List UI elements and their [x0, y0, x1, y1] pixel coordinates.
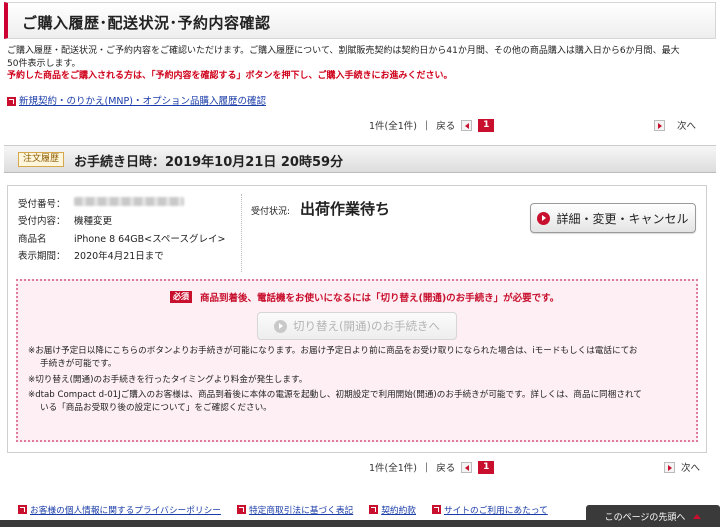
reservation-warning: 予約した商品をご購入される方は、「予約内容を確認する」ボタンを押下し、ご購入手続…	[7, 71, 453, 81]
page-number-current[interactable]: 1	[478, 460, 495, 474]
note-1: ※お届け予定日以降にこちらのボタンよりお手続きが可能になります。お届け予定日より…	[28, 346, 638, 370]
pager-separator: |	[425, 119, 429, 131]
order-info-table: 受付番号： 受付内容： 機種変更 商品名 iPhone 8 64GB<スペースグ…	[18, 194, 225, 264]
footer-links: お客様の個人情報に関するプライバシーポリシー 特定商取引法に基づく表記 契約約款…	[18, 503, 564, 516]
period-label: 表示期間：	[18, 251, 66, 263]
note-3: ※dtab Compact d-01Jご購入のお客様は、商品到着後に本体の電源を…	[28, 389, 642, 414]
history-link-row: 新規契約・のりかえ(MNP)・オプション品購入履歴の確認	[7, 93, 266, 107]
pager-bottom: 1件(全1件) | 戻る 1	[369, 460, 495, 474]
product-value: iPhone 8 64GB<スペースグレイ>	[74, 233, 226, 245]
order-datetime-title: お手続き日時：2019年10月21日 20時59分	[74, 155, 344, 170]
activation-button[interactable]: 切り替え(開通)のお手続きへ	[257, 312, 457, 340]
page-title: ご購入履歴･配送状況･予約内容確認	[22, 14, 271, 32]
history-link[interactable]: 新規契約・のりかえ(MNP)・オプション品購入履歴の確認	[19, 96, 266, 107]
pager-top: 1件(全1件) | 戻る 1	[369, 118, 495, 132]
pager-next-label[interactable]: 次へ	[681, 460, 700, 474]
detail-button-label: 詳細・変更・キャンセル	[556, 211, 689, 226]
content-row: 受付内容： 機種変更	[18, 212, 225, 230]
activation-button-label: 切り替え(開通)のお手続きへ	[293, 319, 440, 333]
detail-change-cancel-button[interactable]: 詳細・変更・キャンセル	[530, 203, 696, 233]
activation-notice: 必須 商品到着後、電話機をお使いになるには「切り替え(開通)のお手続き」が必要で…	[16, 279, 698, 442]
order-card: 受付番号： 受付内容： 機種変更 商品名 iPhone 8 64GB<スペースグ…	[7, 185, 707, 453]
intro-text: ご購入履歴・配送状況・ご予約内容をご確認いただけます。ご購入履歴について、割賦販…	[7, 45, 707, 83]
next-arrow-icon[interactable]	[664, 461, 675, 473]
privacy-policy-link[interactable]: お客様の個人情報に関するプライバシーポリシー	[18, 503, 221, 516]
back-to-top-button[interactable]: このページの先頭へ	[586, 505, 720, 527]
product-row: 商品名 iPhone 8 64GB<スペースグレイ>	[18, 229, 225, 247]
pager-back-label[interactable]: 戻る	[436, 118, 455, 132]
page-header: ご購入履歴･配送状況･予約内容確認	[4, 2, 716, 39]
product-label: 商品名	[18, 233, 47, 245]
external-link-icon	[7, 97, 16, 106]
pager-bottom-next[interactable]: 次へ	[664, 460, 700, 474]
intro-line-1: ご購入履歴・配送状況・ご予約内容をご確認いただけます。ご購入履歴について、割賦販…	[7, 46, 680, 56]
external-link-icon	[18, 505, 27, 514]
circle-arrow-icon	[274, 319, 287, 333]
pager-top-next[interactable]: 次へ	[654, 118, 696, 132]
pager-count: 1件(全1件)	[369, 463, 418, 474]
site-usage-link[interactable]: サイトのご利用にあたって	[431, 503, 548, 516]
order-history-badge: 注文履歴	[18, 152, 65, 167]
status-label: 受付状況:	[251, 207, 291, 217]
page-number-current[interactable]: 1	[478, 118, 495, 132]
back-to-top-label: このページの先頭へ	[604, 512, 686, 523]
period-row: 表示期間： 2020年4月21日まで	[18, 247, 225, 265]
pager-separator: |	[425, 461, 429, 473]
intro-line-2: 50件表示します。	[7, 58, 81, 69]
notice-headline-text: 商品到着後、電話機をお使いになるには「切り替え(開通)のお手続き」が必要です。	[200, 293, 560, 304]
prev-arrow-icon[interactable]	[461, 119, 473, 131]
content-label: 受付内容：	[18, 216, 66, 228]
status-value: 出荷作業待ち	[300, 200, 391, 218]
commerce-law-link[interactable]: 特定商取引法に基づく表記	[236, 503, 353, 516]
pager-count: 1件(全1件)	[369, 121, 418, 132]
external-link-icon	[236, 505, 246, 514]
external-link-icon	[431, 505, 441, 514]
receipt-number-label: 受付番号：	[18, 198, 66, 210]
required-badge: 必須	[170, 291, 192, 303]
receipt-number-row: 受付番号：	[18, 194, 225, 212]
external-link-icon	[369, 505, 379, 514]
receipt-number-redacted	[74, 196, 184, 206]
note-2: ※切り替え(開通)のお手続きを行ったタイミングより料金が発生します。	[28, 374, 308, 385]
period-value: 2020年4月21日まで	[74, 251, 164, 263]
pager-back-label[interactable]: 戻る	[436, 460, 455, 474]
order-header-bar: 注文履歴 お手続き日時：2019年10月21日 20時59分	[4, 145, 716, 173]
circle-arrow-icon	[537, 211, 551, 225]
notice-headline: 必須 商品到着後、電話機をお使いになるには「切り替え(開通)のお手続き」が必要で…	[170, 290, 559, 304]
terms-link[interactable]: 契約約款	[369, 503, 416, 516]
info-divider	[241, 194, 242, 272]
prev-arrow-icon[interactable]	[461, 461, 473, 473]
pager-next-label[interactable]: 次へ	[677, 118, 696, 132]
next-arrow-icon[interactable]	[654, 119, 665, 131]
content-value: 機種変更	[74, 216, 113, 228]
arrow-up-icon	[693, 513, 702, 519]
notice-notes: ※お届け予定日以降にこちらのボタンよりお手続きが可能になります。お届け予定日より…	[28, 345, 690, 417]
